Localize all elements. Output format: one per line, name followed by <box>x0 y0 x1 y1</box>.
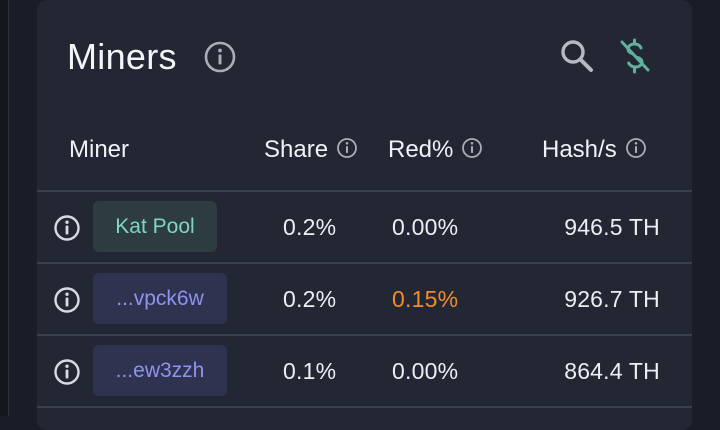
left-panel-edge <box>0 0 9 416</box>
table-header: Miner Share Red% Hash/s <box>37 112 692 192</box>
hashrate-value: 926.7 TH <box>564 286 660 312</box>
hashrate-value: 946.5 TH <box>564 214 660 240</box>
share-value: 0.1% <box>283 358 337 384</box>
dollar-off-icon <box>617 38 653 78</box>
column-red[interactable]: Red% <box>388 136 483 164</box>
column-hashrate[interactable]: Hash/s <box>542 136 647 164</box>
search-icon <box>559 40 595 78</box>
column-label: Hash/s <box>542 136 617 163</box>
table-row[interactable]: ...vpck6w 0.2% 0.15% 926.7 TH <box>37 264 692 336</box>
miner-chip[interactable]: ...ew3zzh <box>93 345 227 396</box>
column-label: Miner <box>69 136 130 163</box>
card-title: Miners <box>67 36 177 77</box>
miners-card: Miners Miner Share Red% Hash/s Kat Pool … <box>37 0 692 430</box>
share-value: 0.2% <box>283 214 337 240</box>
info-icon[interactable] <box>203 40 237 74</box>
info-icon[interactable] <box>336 137 358 164</box>
column-label: Share <box>264 136 329 163</box>
hashrate-value: 864.4 TH <box>564 358 660 384</box>
red-value: 0.00% <box>392 214 459 240</box>
search-button[interactable] <box>559 38 595 74</box>
table-row[interactable]: Kat Pool 0.2% 0.00% 946.5 TH <box>37 192 692 264</box>
info-icon[interactable] <box>53 286 81 314</box>
red-value: 0.00% <box>392 358 459 384</box>
column-miner: Miner <box>69 136 129 164</box>
info-icon[interactable] <box>53 214 81 242</box>
miner-chip[interactable]: ...vpck6w <box>93 273 227 324</box>
column-label: Red% <box>388 136 454 163</box>
share-value: 0.2% <box>283 286 337 312</box>
miner-chip[interactable]: Kat Pool <box>93 201 217 252</box>
red-value: 0.15% <box>392 286 459 312</box>
info-icon[interactable] <box>461 137 483 164</box>
table-row[interactable]: ...ew3zzh 0.1% 0.00% 864.4 TH <box>37 336 692 408</box>
info-icon[interactable] <box>625 137 647 164</box>
card-header: Miners <box>37 0 692 112</box>
currency-toggle-button[interactable] <box>617 38 653 74</box>
column-share[interactable]: Share <box>264 136 358 164</box>
info-icon[interactable] <box>53 358 81 386</box>
